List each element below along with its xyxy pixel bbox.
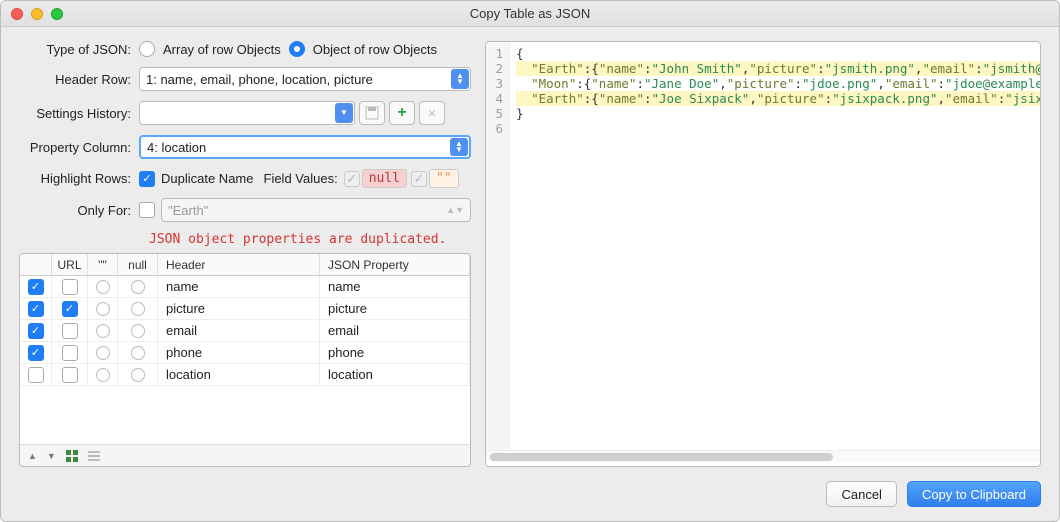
duplicate-name-label: Duplicate Name <box>161 171 254 186</box>
col-header: Header <box>158 254 320 275</box>
header-cell: phone <box>158 342 320 363</box>
duplicate-warning: JSON object properties are duplicated. <box>149 232 471 247</box>
header-cell: picture <box>158 298 320 319</box>
dropdown-arrow-icon: ▼ <box>335 103 353 123</box>
url-checkbox[interactable] <box>62 279 78 295</box>
empty-radio[interactable] <box>96 280 110 294</box>
url-checkbox[interactable] <box>62 367 78 383</box>
property-value: 4: location <box>147 140 206 155</box>
null-radio[interactable] <box>131 368 145 382</box>
empty-radio[interactable] <box>96 324 110 338</box>
prop-cell: picture <box>320 298 470 319</box>
radio-array-label: Array of row Objects <box>163 42 281 57</box>
copy-clipboard-button[interactable]: Copy to Clipboard <box>907 481 1041 507</box>
code-line: "Earth":{"name":"John Smith","picture":"… <box>516 61 1040 76</box>
columns-table: URL "" null Header JSON Property ✓ namena… <box>19 253 471 467</box>
null-radio[interactable] <box>131 346 145 360</box>
copy-json-dialog: Copy Table as JSON Type of JSON: Array o… <box>0 0 1060 522</box>
table-row: ✓ phonephone <box>20 342 470 364</box>
titlebar: Copy Table as JSON <box>1 1 1059 27</box>
settings-select[interactable]: ▼ <box>139 101 355 125</box>
type-label: Type of JSON: <box>19 42 139 57</box>
table-row: ✓ emailemail <box>20 320 470 342</box>
dropdown-arrows-icon: ▲▼ <box>450 138 468 156</box>
triangle-down-icon[interactable]: ▼ <box>47 451 56 461</box>
radio-object-label: Object of row Objects <box>313 42 437 57</box>
empty-radio[interactable] <box>96 346 110 360</box>
prop-cell: name <box>320 276 470 297</box>
empty-radio[interactable] <box>96 368 110 382</box>
add-settings-button[interactable]: + <box>389 101 415 125</box>
onlyfor-select[interactable]: "Earth" ▲▼ <box>161 198 471 222</box>
url-checkbox[interactable] <box>62 345 78 361</box>
scrollbar-thumb[interactable] <box>490 453 833 461</box>
empty-checkbox[interactable]: ✓ <box>411 171 427 187</box>
col-prop: JSON Property <box>320 254 470 275</box>
checklist-icon[interactable] <box>88 450 100 462</box>
code-line: "Moon":{"name":"Jane Doe","picture":"jdo… <box>516 76 1040 91</box>
json-preview: 123456 { "Earth":{"name":"John Smith","p… <box>485 41 1041 467</box>
save-icon <box>365 106 379 120</box>
onlyfor-placeholder: "Earth" <box>168 203 208 218</box>
dropdown-arrows-icon: ▲▼ <box>451 69 469 89</box>
x-icon: × <box>428 105 436 121</box>
prop-cell: phone <box>320 342 470 363</box>
code-line: "Earth":{"name":"Joe Sixpack","picture":… <box>516 91 1040 106</box>
property-label: Property Column: <box>19 140 139 155</box>
null-radio[interactable] <box>131 280 145 294</box>
cancel-button[interactable]: Cancel <box>826 481 896 507</box>
table-row: locationlocation <box>20 364 470 386</box>
include-checkbox[interactable]: ✓ <box>28 301 44 317</box>
null-radio[interactable] <box>131 302 145 316</box>
header-label: Header Row: <box>19 72 139 87</box>
onlyfor-checkbox[interactable] <box>139 202 155 218</box>
header-cell: email <box>158 320 320 341</box>
settings-label: Settings History: <box>19 106 139 121</box>
code-line: } <box>516 106 1040 121</box>
empty-pill: "" <box>429 169 459 188</box>
header-select[interactable]: 1: name, email, phone, location, picture… <box>139 67 471 91</box>
highlight-label: Highlight Rows: <box>19 171 139 186</box>
code-line: { <box>516 46 1040 61</box>
dropdown-arrows-icon: ▲▼ <box>446 205 464 215</box>
null-radio[interactable] <box>131 324 145 338</box>
property-select[interactable]: 4: location ▲▼ <box>139 135 471 159</box>
header-cell: location <box>158 364 320 385</box>
table-row: ✓ ✓ picturepicture <box>20 298 470 320</box>
include-checkbox[interactable]: ✓ <box>28 279 44 295</box>
horizontal-scrollbar[interactable] <box>486 450 1040 462</box>
window-title: Copy Table as JSON <box>1 6 1059 21</box>
empty-radio[interactable] <box>96 302 110 316</box>
col-null: null <box>118 254 158 275</box>
table-row: ✓ namename <box>20 276 470 298</box>
field-values-label: Field Values: <box>264 171 338 186</box>
col-empty: "" <box>88 254 118 275</box>
highlight-duplicate-checkbox[interactable]: ✓ <box>139 171 155 187</box>
null-pill: null <box>362 169 407 188</box>
header-value: 1: name, email, phone, location, picture <box>146 72 373 87</box>
header-cell: name <box>158 276 320 297</box>
prop-cell: location <box>320 364 470 385</box>
radio-object[interactable] <box>289 41 305 57</box>
onlyfor-label: Only For: <box>19 203 139 218</box>
include-checkbox[interactable] <box>28 367 44 383</box>
plus-icon: + <box>397 106 406 120</box>
grid-icon[interactable] <box>66 450 78 462</box>
url-checkbox[interactable]: ✓ <box>62 301 78 317</box>
col-url: URL <box>52 254 88 275</box>
triangle-up-icon[interactable]: ▲ <box>28 451 37 461</box>
code-line <box>516 121 1040 136</box>
delete-settings-button[interactable]: × <box>419 101 445 125</box>
include-checkbox[interactable]: ✓ <box>28 323 44 339</box>
null-checkbox[interactable]: ✓ <box>344 171 360 187</box>
url-checkbox[interactable] <box>62 323 78 339</box>
save-settings-button[interactable] <box>359 101 385 125</box>
include-checkbox[interactable]: ✓ <box>28 345 44 361</box>
prop-cell: email <box>320 320 470 341</box>
radio-array[interactable] <box>139 41 155 57</box>
